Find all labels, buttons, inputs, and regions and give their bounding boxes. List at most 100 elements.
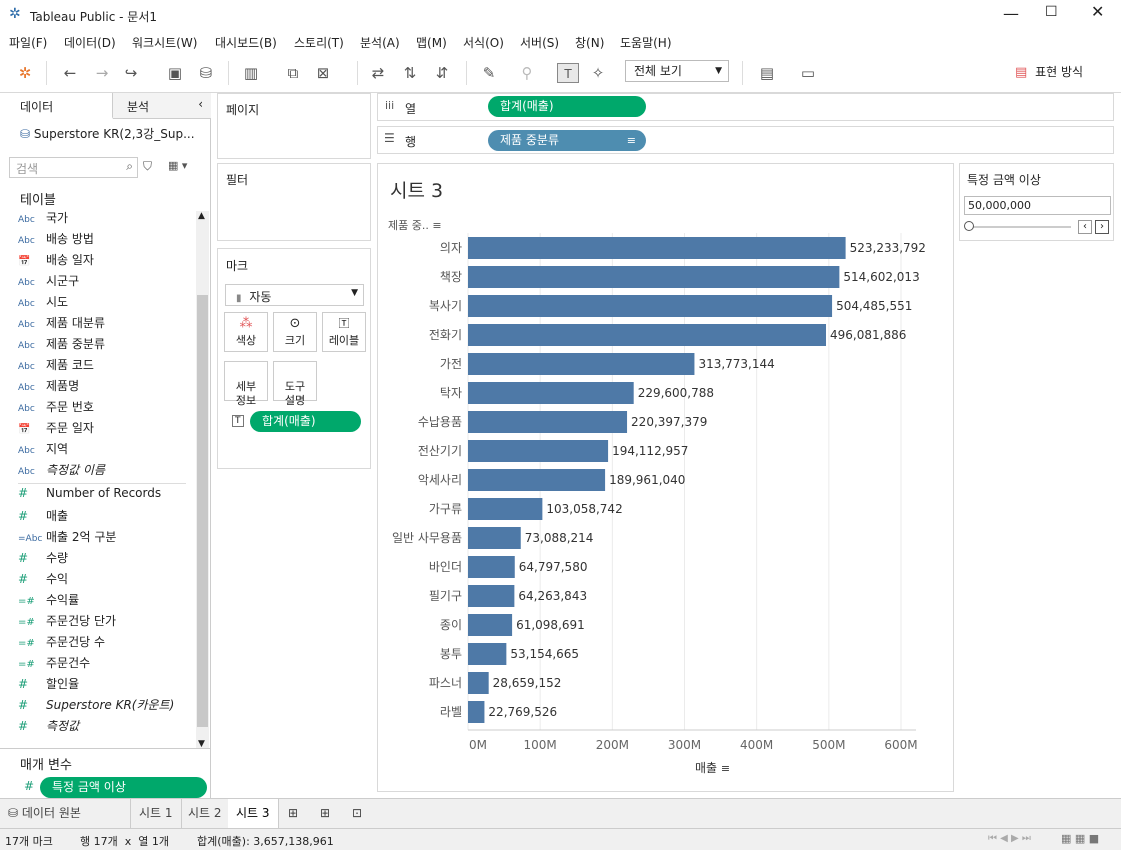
rows-pill[interactable]: 제품 중분류 ≡ [488,130,646,151]
bar[interactable] [468,411,628,433]
bar[interactable] [468,266,840,288]
field-item[interactable]: # 매출 [18,507,68,527]
scroll-thumb[interactable] [197,295,208,727]
show-me-button[interactable]: ▤ 표현 방식 [1015,63,1083,83]
category-label[interactable]: 가전 [440,357,462,371]
mark-type-select[interactable]: ▮ 자동 ▼ [225,284,364,306]
field-item[interactable]: Abc 시도 [18,293,68,313]
field-item[interactable]: =# 주문건당 수 [18,633,105,653]
tab-sheet-3[interactable]: 시트 3 [228,799,279,828]
columns-pill[interactable]: 합계(매출) [488,96,646,117]
view-fit-select[interactable]: 전체 보기 ▼ [625,60,729,82]
sort-descending-icon[interactable]: ⇵ [431,63,453,83]
tab-sheet-2[interactable]: 시트 2 [180,799,231,828]
new-worksheet-icon[interactable]: ▥ [240,63,262,83]
field-item[interactable]: # Superstore KR(카운트) [18,696,174,716]
close-icon[interactable]: ✕ [1091,2,1104,21]
field-item[interactable]: # 측정값 [18,717,79,737]
redo-icon[interactable]: → [91,63,113,83]
bar[interactable] [468,585,515,607]
new-story-tab-icon[interactable]: ⊡ [344,799,370,828]
field-item[interactable]: # 수익 [18,570,68,590]
field-item[interactable]: Abc 주문 번호 [18,398,94,418]
category-label[interactable]: 바인더 [429,560,462,574]
menu-server[interactable]: 서버(S) [520,34,559,51]
tab-analysis[interactable]: 분석 ‹ [113,93,211,119]
swap-icon[interactable]: ⇄ [367,63,389,83]
bar-chart-icon[interactable]: ▤ [756,63,778,83]
label-button[interactable]: 🅃 레이블 [322,312,366,352]
duplicate-sheet-icon[interactable]: ⧉ [282,63,304,83]
attach-icon[interactable]: ⚲ [516,63,538,83]
rows-shelf[interactable]: ☰ 행 제품 중분류 ≡ [377,126,1114,154]
field-item[interactable]: Abc 제품명 [18,377,79,397]
bar[interactable] [468,672,489,694]
menu-help[interactable]: 도움말(H) [620,34,672,51]
columns-shelf[interactable]: iii 열 합계(매출) [377,93,1114,121]
bar[interactable] [468,440,609,462]
bar[interactable] [468,324,827,346]
slider-next-icon[interactable]: › [1095,220,1109,234]
bar[interactable] [468,295,833,317]
field-item[interactable]: Abc 국가 [18,209,68,229]
menu-worksheet[interactable]: 워크시트(W) [132,34,197,51]
highlight-icon[interactable]: ✎ [478,63,500,83]
menu-window[interactable]: 창(N) [575,34,604,51]
category-label[interactable]: 봉투 [440,647,462,661]
tableau-logo-icon[interactable]: ✲ [14,63,36,83]
category-label[interactable]: 가구류 [429,502,462,516]
new-datasource-icon[interactable]: ⛁ [195,63,217,83]
bar[interactable] [468,701,485,723]
menu-story[interactable]: 스토리(T) [294,34,344,51]
field-item[interactable]: 📅 주문 일자 [18,419,94,439]
bar[interactable] [468,353,695,375]
datasource-item[interactable]: ⛁ Superstore KR(2,3강_Sup... [20,125,195,142]
new-worksheet-tab-icon[interactable]: ⊞ [280,799,306,828]
category-label[interactable]: 필기구 [429,589,462,603]
field-item[interactable]: # Number of Records [18,486,161,506]
search-input[interactable]: 검색 ⌕ [9,157,138,178]
menu-file[interactable]: 파일(F) [9,34,47,51]
menu-analysis[interactable]: 분석(A) [360,34,400,51]
filters-card[interactable]: 필터 [217,163,371,241]
bar[interactable] [468,556,515,578]
grid-view-icon[interactable]: ▦ ▦ ■ [1061,832,1099,845]
category-label[interactable]: 복사기 [429,299,462,313]
field-item[interactable]: Abc 배송 방법 [18,230,94,250]
category-label[interactable]: 일반 사무용품 [392,531,462,545]
bar[interactable] [468,498,543,520]
bar[interactable] [468,614,513,636]
field-item[interactable]: # 수량 [18,549,68,569]
field-item[interactable]: Abc 시군구 [18,272,79,292]
category-label[interactable]: 탁자 [440,386,462,400]
parameter-slider[interactable] [968,226,1071,228]
parameter-pill[interactable]: 특정 금액 이상 [40,777,207,798]
field-item[interactable]: =# 주문건당 단가 [18,612,116,632]
field-item[interactable]: Abc 지역 [18,440,68,460]
filter-icon[interactable]: ⛉ [143,159,152,174]
bar[interactable] [468,527,521,549]
menu-map[interactable]: 맵(M) [416,34,447,51]
menu-dashboard[interactable]: 대시보드(B) [215,34,277,51]
field-item[interactable]: Abc 측정값 이름 [18,461,105,481]
scrollbar[interactable]: ▲ ▼ [196,211,209,749]
category-label[interactable]: 책장 [440,269,462,284]
category-label[interactable]: 전산기기 [418,444,462,458]
clear-sheet-icon[interactable]: ⊠ [312,63,334,83]
bar[interactable] [468,643,507,665]
undo-icon[interactable]: ← [59,63,81,83]
nav-first-icon[interactable]: ⏮ ◀ ▶ ⏭ [988,833,1031,844]
field-item[interactable]: =# 주문건수 [18,654,90,674]
category-label[interactable]: 의자 [440,241,462,255]
category-label[interactable]: 수납용품 [418,415,462,429]
tooltip-button[interactable]: 도구 설명 [273,361,317,407]
slider-prev-icon[interactable]: ‹ [1078,220,1092,234]
replay-icon[interactable]: ↪ [120,63,142,83]
bar[interactable] [468,469,606,491]
size-button[interactable]: ⊙ 크기 [273,312,317,352]
field-item[interactable]: =Abc 매출 2억 구분 [18,528,116,548]
sort-ascending-icon[interactable]: ⇅ [399,63,421,83]
field-item[interactable]: # 할인율 [18,675,79,695]
minimize-icon[interactable]: — [1003,4,1019,23]
field-item[interactable]: 📅 배송 일자 [18,251,94,271]
